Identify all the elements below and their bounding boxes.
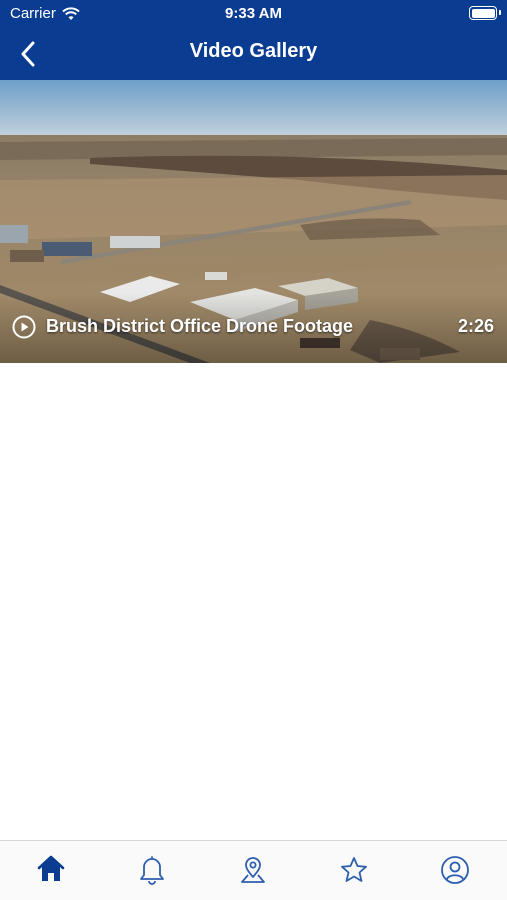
tab-bar [0,840,507,900]
video-duration: 2:26 [457,316,494,336]
home-icon [37,855,64,881]
nav-bar: Video Gallery [0,28,507,80]
tab-profile[interactable] [404,841,505,900]
play-circle-icon[interactable] [12,315,36,339]
tab-notifications[interactable] [101,841,202,900]
profile-icon [440,856,469,884]
back-button[interactable] [8,34,48,74]
tab-home[interactable] [0,841,101,900]
bell-icon [139,856,164,885]
status-bar: Carrier 9:33 AM [0,0,507,28]
map-pin-icon [240,857,265,883]
status-time: 9:33 AM [225,5,282,22]
battery-tip [499,10,501,15]
video-title: Brush District Office Drone Footage [46,316,354,336]
video-card[interactable]: Brush District Office Drone Footage 2:26 [0,80,507,363]
page-title: Video Gallery [189,40,318,62]
tab-map[interactable] [202,841,303,900]
chevron-left-icon [21,41,35,67]
tab-favorites[interactable] [303,841,404,900]
star-icon [340,857,367,882]
battery-icon [469,6,497,20]
